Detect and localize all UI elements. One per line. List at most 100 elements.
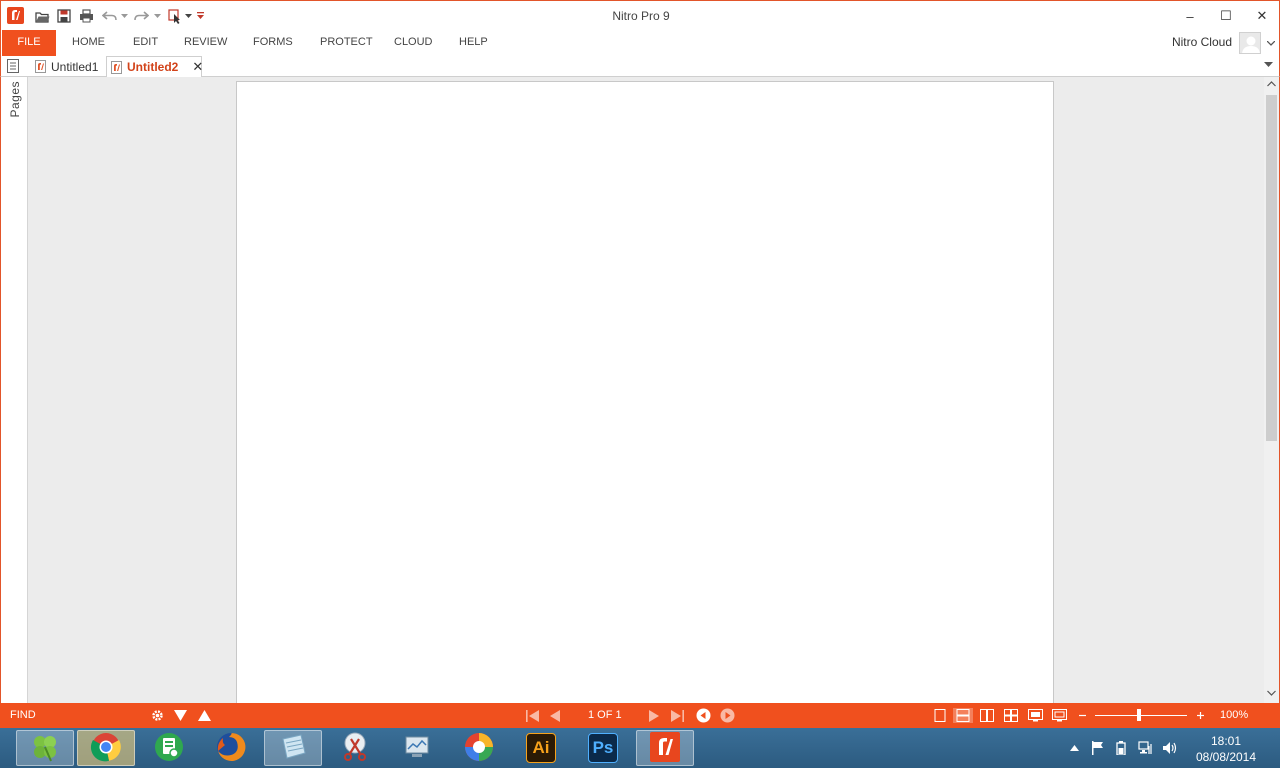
tab-file[interactable]: FILE: [2, 30, 56, 56]
next-page-icon[interactable]: [646, 708, 660, 723]
find-previous-arrow-up-icon[interactable]: [197, 708, 211, 723]
document-tab-label: Untitled2: [127, 60, 179, 74]
left-panel: Pages: [0, 77, 28, 703]
save-icon[interactable]: [56, 8, 72, 24]
open-folder-icon[interactable]: [34, 8, 50, 24]
facing-continuous-view-icon[interactable]: [1003, 708, 1019, 723]
tab-help[interactable]: HELP: [459, 30, 488, 56]
zoom-out-icon[interactable]: [1076, 708, 1088, 723]
taskbar-app-notes[interactable]: [264, 730, 322, 766]
pdf-file-icon: [35, 60, 46, 73]
taskbar-app-clover[interactable]: [16, 730, 74, 766]
volume-icon[interactable]: [1161, 741, 1177, 755]
zoom-slider-handle[interactable]: [1137, 709, 1142, 721]
taskbar-app-photoshop[interactable]: Ps: [574, 730, 632, 766]
select-tool-icon[interactable]: [167, 8, 183, 24]
tab-edit[interactable]: EDIT: [133, 30, 158, 56]
scroll-down-icon[interactable]: [1267, 689, 1276, 698]
scroll-up-icon[interactable]: [1267, 80, 1276, 89]
undo-dropdown-icon[interactable]: [120, 8, 128, 24]
account-name[interactable]: Nitro Cloud: [1172, 35, 1232, 49]
taskbar-app-document[interactable]: [140, 730, 198, 766]
document-tab-untitled2[interactable]: Untitled2 ✕: [106, 56, 203, 78]
maximize-icon: ☐: [1220, 8, 1232, 23]
taskbar-app-chrome[interactable]: [77, 730, 135, 766]
ribbon-tab-bar: FILE HOME EDIT REVIEW FORMS PROTECT CLOU…: [0, 30, 1280, 56]
minimize-icon: –: [1186, 8, 1194, 24]
redo-dropdown-icon[interactable]: [153, 8, 161, 24]
find-next-arrow-down-icon[interactable]: [173, 708, 187, 723]
close-window-button[interactable]: ✕: [1247, 5, 1277, 27]
account-dropdown-icon[interactable]: [1266, 38, 1276, 48]
document-page[interactable]: [236, 81, 1054, 703]
snipping-tool-icon: [339, 731, 371, 766]
taskbar: Ai Ps: [0, 728, 1280, 768]
document-viewport[interactable]: [28, 77, 1264, 703]
document-list-icon[interactable]: [7, 59, 19, 76]
find-settings-gear-icon[interactable]: [150, 708, 164, 723]
taskbar-app-nitro-pro[interactable]: [636, 730, 694, 766]
document-tab-label: Untitled1: [51, 59, 99, 74]
minimize-button[interactable]: –: [1175, 5, 1205, 27]
document-tab-untitled1[interactable]: Untitled1: [31, 56, 98, 77]
pages-panel-tab[interactable]: Pages: [8, 81, 22, 118]
clock-date[interactable]: 08/08/2014: [1194, 750, 1258, 764]
avatar[interactable]: [1239, 32, 1261, 54]
next-view-icon[interactable]: [718, 708, 736, 723]
maximize-button[interactable]: ☐: [1211, 5, 1241, 27]
notes-app-icon: [277, 731, 309, 766]
close-icon: ✕: [1256, 8, 1268, 23]
vertical-scrollbar[interactable]: [1264, 77, 1280, 703]
last-page-icon[interactable]: [668, 708, 686, 723]
previous-page-icon[interactable]: [548, 708, 562, 723]
nitro-pro-icon: [650, 731, 680, 765]
show-hidden-icons-icon[interactable]: [1068, 741, 1080, 755]
single-page-view-icon[interactable]: [932, 708, 948, 723]
document-app-icon: [153, 731, 185, 766]
page-indicator[interactable]: 1 OF 1: [588, 709, 622, 721]
select-dropdown-icon[interactable]: [184, 8, 192, 24]
action-center-flag-icon[interactable]: [1089, 741, 1105, 755]
firefox-icon: [215, 731, 247, 766]
previous-view-icon[interactable]: [694, 708, 712, 723]
status-bar: FIND 1 OF 1 100%: [0, 703, 1280, 728]
tab-home[interactable]: HOME: [72, 30, 105, 56]
undo-icon[interactable]: [101, 8, 117, 24]
window-title: Nitro Pro 9: [612, 9, 670, 23]
facing-pages-view-icon[interactable]: [979, 708, 995, 723]
photoshop-icon: Ps: [588, 733, 618, 763]
picasa-icon: [463, 731, 495, 766]
network-icon[interactable]: [1137, 741, 1153, 755]
title-bar: Nitro Pro 9 – ☐ ✕: [0, 0, 1280, 30]
print-icon[interactable]: [78, 8, 94, 24]
nitro-logo-icon[interactable]: [7, 7, 24, 24]
continuous-view-icon[interactable]: [953, 708, 973, 723]
close-tab-icon[interactable]: ✕: [192, 59, 203, 75]
pdf-file-icon: [111, 60, 122, 74]
taskbar-app-monitor[interactable]: [388, 730, 446, 766]
redo-icon[interactable]: [133, 8, 149, 24]
chrome-icon: [90, 731, 122, 766]
power-battery-icon[interactable]: [1113, 741, 1129, 755]
illustrator-icon: Ai: [526, 733, 556, 763]
fit-width-icon[interactable]: [1051, 708, 1067, 723]
document-tab-strip: Untitled1 Untitled2 ✕: [0, 56, 1280, 78]
tab-protect[interactable]: PROTECT: [320, 30, 373, 56]
tab-cloud[interactable]: CLOUD: [394, 30, 433, 56]
zoom-in-icon[interactable]: [1194, 708, 1206, 723]
fit-page-icon[interactable]: [1027, 708, 1043, 723]
taskbar-app-firefox[interactable]: [202, 730, 260, 766]
customize-toolbar-icon[interactable]: [196, 8, 204, 24]
tab-forms[interactable]: FORMS: [253, 30, 293, 56]
clock-time[interactable]: 18:01: [1210, 734, 1242, 748]
find-button[interactable]: FIND: [10, 709, 36, 721]
first-page-icon[interactable]: [524, 708, 542, 723]
zoom-level[interactable]: 100%: [1220, 709, 1248, 721]
scrollbar-thumb[interactable]: [1266, 95, 1277, 441]
taskbar-app-picasa[interactable]: [450, 730, 508, 766]
tab-review[interactable]: REVIEW: [184, 30, 227, 56]
taskbar-app-illustrator[interactable]: Ai: [512, 730, 570, 766]
tabs-overflow-dropdown-icon[interactable]: [1264, 60, 1273, 70]
taskbar-app-snipping-tool[interactable]: [326, 730, 384, 766]
clover-app-icon: [29, 731, 61, 766]
